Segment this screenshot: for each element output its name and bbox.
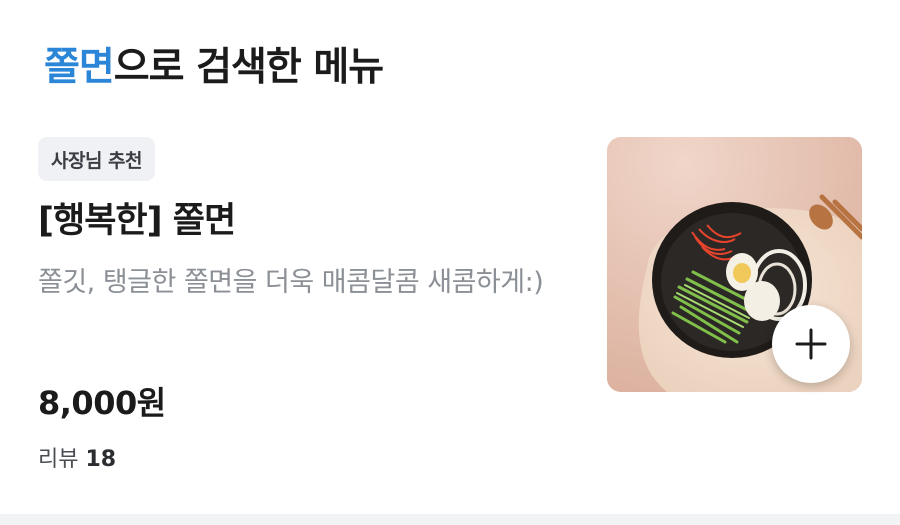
search-heading-suffix: 으로 검색한 메뉴 xyxy=(113,45,384,90)
review-label: 리뷰 xyxy=(38,447,79,472)
search-result-heading: 쫄면으로 검색한 메뉴 xyxy=(44,42,384,94)
review-number: 18 xyxy=(85,447,117,472)
section-divider xyxy=(0,514,900,525)
menu-item-name[interactable]: [행복한] 쫄면 xyxy=(38,197,236,245)
plus-icon xyxy=(795,328,827,360)
menu-item-description: 쫄깃, 탱글한 쫄면을 더욱 매콤달콤 새콤하게:) xyxy=(38,267,544,298)
menu-item-price: 8,000원 xyxy=(38,384,166,422)
add-to-cart-button[interactable] xyxy=(772,305,850,383)
search-keyword: 쫄면 xyxy=(44,45,115,90)
owner-recommend-badge: 사장님 추천 xyxy=(38,137,156,181)
review-count[interactable]: 리뷰 18 xyxy=(38,444,116,476)
